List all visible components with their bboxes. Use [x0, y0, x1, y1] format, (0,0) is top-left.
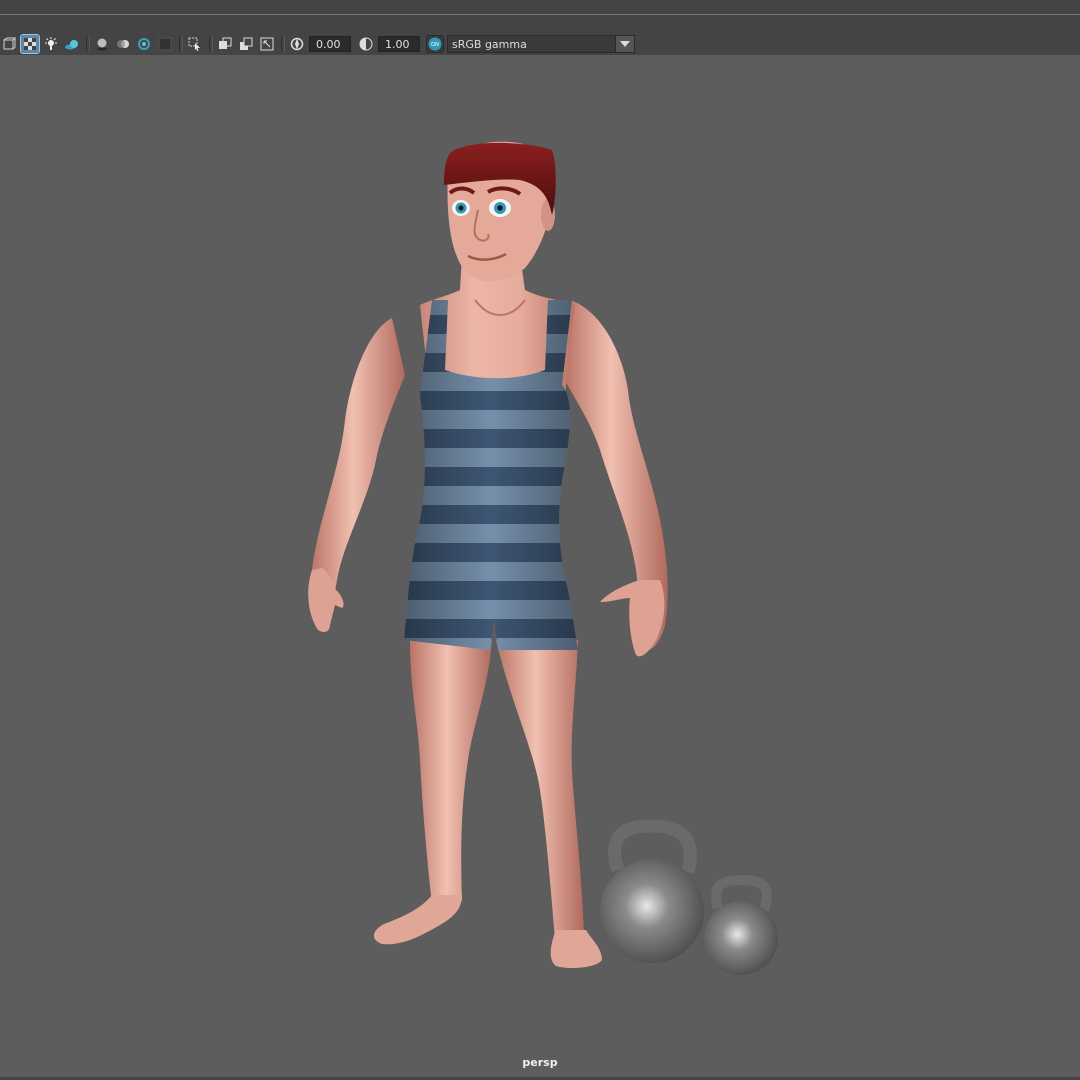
top-menu-strip — [0, 0, 1080, 15]
colorspace-label: sRGB gamma — [452, 37, 527, 51]
exposure-icon[interactable] — [288, 35, 306, 53]
lighting-icon[interactable] — [42, 35, 60, 53]
3d-viewport[interactable] — [0, 55, 1080, 1077]
toolbar-separator — [86, 36, 90, 52]
gamma-icon[interactable] — [357, 35, 375, 53]
motion-blur-icon[interactable] — [114, 35, 132, 53]
exposure-field[interactable]: 0.00 — [309, 36, 351, 52]
right-foot — [550, 930, 602, 968]
xray-joints-icon[interactable] — [237, 35, 255, 53]
left-leg — [410, 640, 492, 905]
xray-icon[interactable] — [216, 35, 234, 53]
isolate-select-icon[interactable] — [186, 35, 204, 53]
ambient-occlusion-icon[interactable] — [93, 35, 111, 53]
toolbar-separator — [209, 36, 213, 52]
small-kettlebell — [704, 874, 778, 975]
anti-aliasing-icon[interactable] — [135, 35, 153, 53]
viewport-toolbar: 0.00 1.00 ON sRGB gamma — [0, 15, 1080, 55]
left-foot — [373, 895, 462, 945]
scene-render — [308, 141, 778, 975]
toolbar-separator — [179, 36, 183, 52]
shadows-icon[interactable] — [63, 35, 81, 53]
chevron-down-icon[interactable] — [615, 36, 634, 52]
colorspace-toggle-text: ON — [431, 42, 439, 48]
large-kettlebell — [600, 819, 704, 963]
depth-of-field-icon[interactable] — [156, 35, 174, 53]
viewport-toolbar-row: 0.00 1.00 ON sRGB gamma — [0, 34, 635, 54]
textured-icon[interactable] — [20, 34, 40, 54]
gamma-field[interactable]: 1.00 — [378, 36, 420, 52]
right-leg — [496, 640, 584, 940]
left-hand — [308, 568, 344, 633]
toolbar-separator — [281, 36, 285, 52]
wireframe-shaded-icon[interactable] — [0, 35, 18, 53]
camera-label: persp — [522, 1056, 558, 1069]
xray-active-components-icon[interactable] — [258, 35, 276, 53]
colorspace-toggle-icon[interactable]: ON — [426, 35, 444, 53]
colorspace-dropdown[interactable]: sRGB gamma — [447, 35, 635, 53]
